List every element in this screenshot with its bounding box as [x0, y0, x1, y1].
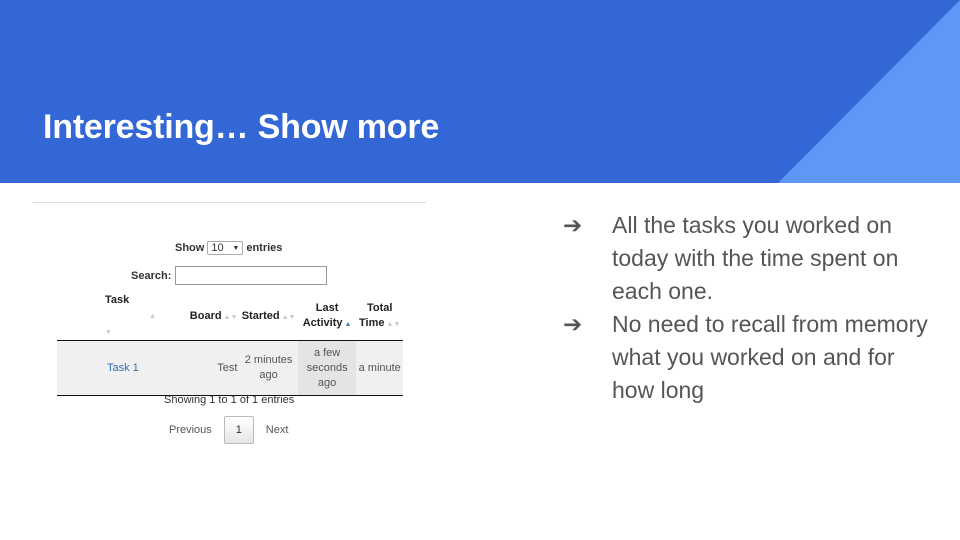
pagination: Previous 1 Next [169, 416, 288, 444]
table-row: Task 1 Test 2 minutes ago a few seconds … [57, 340, 403, 396]
sort-icon: ▲▼ [386, 321, 401, 328]
column-header-started[interactable]: Started ▲▼ [239, 293, 298, 341]
bullet-text: No need to recall from memory what you w… [612, 311, 928, 403]
previous-page-button[interactable]: Previous [169, 424, 212, 436]
search-label: Search: [131, 269, 172, 282]
sort-icon: ▲▼ [105, 313, 156, 336]
column-header-last-activity[interactable]: Last Activity ▲ [297, 293, 357, 341]
sort-icon: ▲▼ [223, 313, 238, 321]
column-header-label: Task [105, 294, 130, 306]
total-time-cell: a minute [356, 340, 403, 396]
next-page-button[interactable]: Next [266, 424, 289, 436]
bullet-item: ➔ No need to recall from memory what you… [563, 308, 933, 407]
table-header-row: Task ▲ ▼ Board ▲▼ Started ▲▼ Last Activity ▲… [57, 293, 403, 341]
column-header-board[interactable]: Board ▲▼ [184, 293, 240, 341]
bullet-text: All the tasks you worked on today with t… [612, 212, 899, 304]
arrow-bullet-icon: ➔ [563, 311, 583, 337]
page-size-control: Show 10 ▼ entries [175, 241, 282, 255]
arrow-bullet-icon: ➔ [563, 212, 583, 238]
search-control: Search: [131, 266, 328, 285]
column-header-label: Started [241, 309, 280, 322]
header-accent-triangle [778, 0, 960, 183]
task-link[interactable]: Task 1 [57, 340, 185, 396]
page-size-value: 10 [211, 242, 224, 254]
page-1-button[interactable]: 1 [223, 416, 254, 444]
page-size-select[interactable]: 10 ▼ [207, 241, 244, 255]
tasks-table: Task ▲ ▼ Board ▲▼ Started ▲▼ Last Activity ▲… [57, 293, 403, 396]
search-input[interactable] [175, 266, 328, 285]
screenshot-divider [33, 202, 426, 203]
dropdown-arrow-icon: ▼ [232, 244, 240, 252]
bullet-item: ➔ All the tasks you worked on today with… [563, 209, 933, 308]
column-header-total-time[interactable]: Total Time ▲▼ [356, 293, 403, 341]
column-header-task[interactable]: Task ▲ ▼ [57, 293, 185, 341]
bullet-list: ➔ All the tasks you worked on today with… [563, 209, 933, 407]
show-label: Show [175, 242, 205, 254]
last-activity-cell: a few seconds ago [297, 340, 357, 396]
entries-info: Showing 1 to 1 of 1 entries [164, 394, 295, 406]
column-header-label: Board [189, 309, 222, 322]
board-cell: Test [184, 340, 240, 396]
sort-ascending-icon: ▲ [344, 321, 352, 328]
slide-title: Interesting… Show more [43, 108, 440, 146]
sort-icon: ▲▼ [281, 313, 296, 321]
column-header-label: Last Activity [302, 302, 343, 329]
slide-header: Interesting… Show more [0, 0, 960, 183]
started-cell: 2 minutes ago [239, 340, 298, 396]
entries-label: entries [246, 242, 283, 254]
